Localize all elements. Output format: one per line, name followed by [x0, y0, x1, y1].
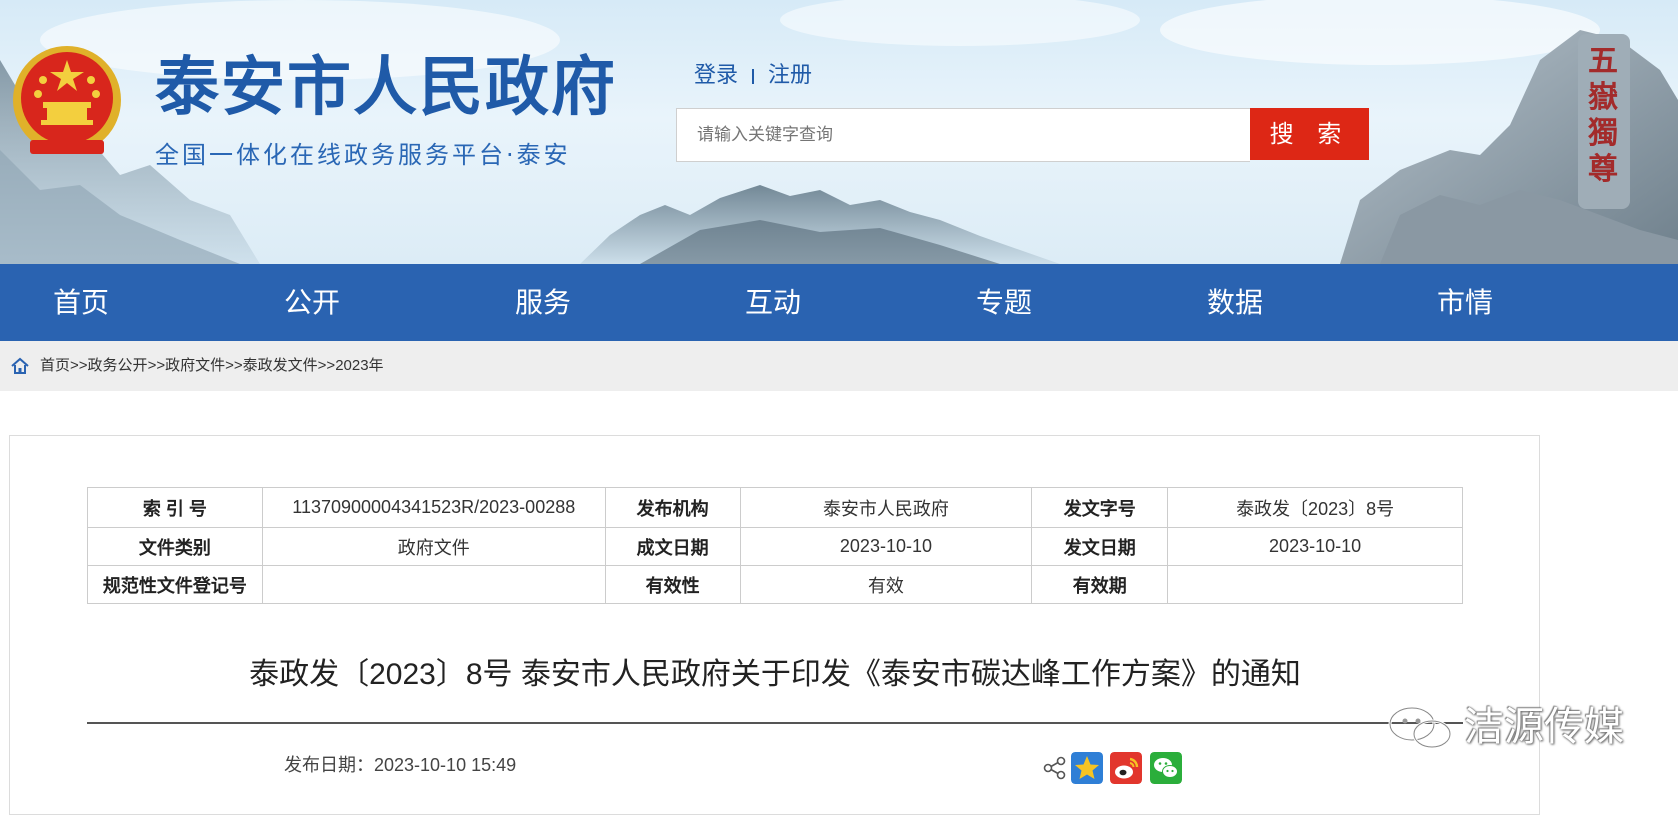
home-icon[interactable]: [10, 357, 30, 375]
table-row: 规范性文件登记号 有效性 有效 有效期: [87, 565, 1463, 604]
breadcrumb-item[interactable]: 政务公开: [88, 357, 148, 374]
breadcrumb-item[interactable]: 首页: [40, 357, 70, 374]
breadcrumb-separator: >>: [317, 357, 336, 374]
document-metadata-table: 索 引 号 11370900004341523R/2023-00288 发布机构…: [87, 487, 1463, 604]
site-subtitle: 全国一体化在线政务服务平台·泰安: [155, 141, 571, 169]
header-banner: 五嶽獨尊 泰安市人民政府 全国一体化在线政务服务平台·泰安 登录 注册 搜 索: [0, 0, 1678, 264]
meta-label-written-date: 成文日期: [604, 527, 741, 566]
breadcrumb-item[interactable]: 泰政发文件: [243, 357, 318, 374]
search-button[interactable]: 搜 索: [1250, 108, 1369, 160]
nav-item-city-info[interactable]: 市情: [1400, 264, 1530, 341]
meta-value-registration-number: [261, 565, 606, 604]
meta-label-document-category: 文件类别: [87, 527, 263, 566]
meta-value-validity-period: [1167, 565, 1463, 604]
meta-label-registration-number: 规范性文件登记号: [87, 565, 263, 604]
weibo-icon[interactable]: [1110, 752, 1142, 784]
meta-label-index-number: 索 引 号: [87, 487, 263, 528]
nav-item-service[interactable]: 服务: [478, 264, 608, 341]
meta-label-issuing-agency: 发布机构: [604, 487, 741, 528]
meta-value-issue-date: 2023-10-10: [1167, 527, 1463, 566]
meta-value-index-number: 11370900004341523R/2023-00288: [261, 487, 606, 528]
login-link[interactable]: 登录: [694, 63, 738, 88]
breadcrumb-item[interactable]: 2023年: [335, 357, 383, 374]
meta-value-document-category: 政府文件: [261, 527, 606, 566]
national-emblem-icon: [13, 46, 121, 154]
nav-item-topics[interactable]: 专题: [939, 264, 1069, 341]
meta-label-issue-date: 发文日期: [1031, 527, 1169, 566]
nav-item-open[interactable]: 公开: [247, 264, 377, 341]
meta-value-validity: 有效: [739, 565, 1033, 604]
table-row: 索 引 号 11370900004341523R/2023-00288 发布机构…: [87, 487, 1463, 528]
register-link[interactable]: 注册: [768, 63, 812, 88]
table-row: 文件类别 政府文件 成文日期 2023-10-10 发文日期 2023-10-1…: [87, 527, 1463, 566]
auth-links: 登录 注册: [694, 60, 812, 92]
main-nav: 首页 公开 服务 互动 专题 数据 市情: [0, 264, 1678, 341]
document-title: 泰政发〔2023〕8号 泰安市人民政府关于印发《泰安市碳达峰工作方案》的通知: [249, 658, 1301, 691]
nav-item-interaction[interactable]: 互动: [708, 264, 838, 341]
nav-item-data[interactable]: 数据: [1170, 264, 1300, 341]
search-input[interactable]: [676, 108, 1250, 162]
nav-item-home[interactable]: 首页: [16, 264, 146, 341]
publish-date-label: 发布日期：: [284, 755, 374, 775]
auth-divider: [752, 68, 755, 84]
breadcrumb-separator: >>: [147, 357, 166, 374]
breadcrumb: 首页>>政务公开>>政府文件>>泰政发文件>>2023年: [0, 341, 1678, 391]
meta-value-document-number: 泰政发〔2023〕8号: [1167, 487, 1463, 528]
site-title: 泰安市人民政府: [155, 51, 617, 125]
meta-label-validity-period: 有效期: [1031, 565, 1169, 604]
breadcrumb-trail: 首页>>政务公开>>政府文件>>泰政发文件>>2023年: [40, 341, 384, 391]
meta-value-written-date: 2023-10-10: [739, 527, 1033, 566]
calligraphy-inscription: 五嶽獨尊: [1588, 44, 1618, 187]
title-divider: [87, 722, 1463, 724]
breadcrumb-item[interactable]: 政府文件: [165, 357, 225, 374]
publish-date-value: 2023-10-10 15:49: [374, 755, 517, 775]
wechat-icon[interactable]: [1150, 752, 1182, 784]
breadcrumb-separator: >>: [70, 357, 88, 374]
meta-label-validity: 有效性: [604, 565, 741, 604]
wechat-watermark-icon: [1388, 706, 1452, 749]
meta-label-document-number: 发文字号: [1031, 487, 1169, 528]
breadcrumb-separator: >>: [225, 357, 243, 374]
publish-date: 发布日期：2023-10-10 15:49: [284, 752, 516, 778]
share-icon[interactable]: [1042, 752, 1068, 784]
qzone-icon[interactable]: [1071, 752, 1103, 784]
meta-value-issuing-agency: 泰安市人民政府: [739, 487, 1033, 528]
watermark-text: 洁源传媒: [1464, 705, 1624, 749]
